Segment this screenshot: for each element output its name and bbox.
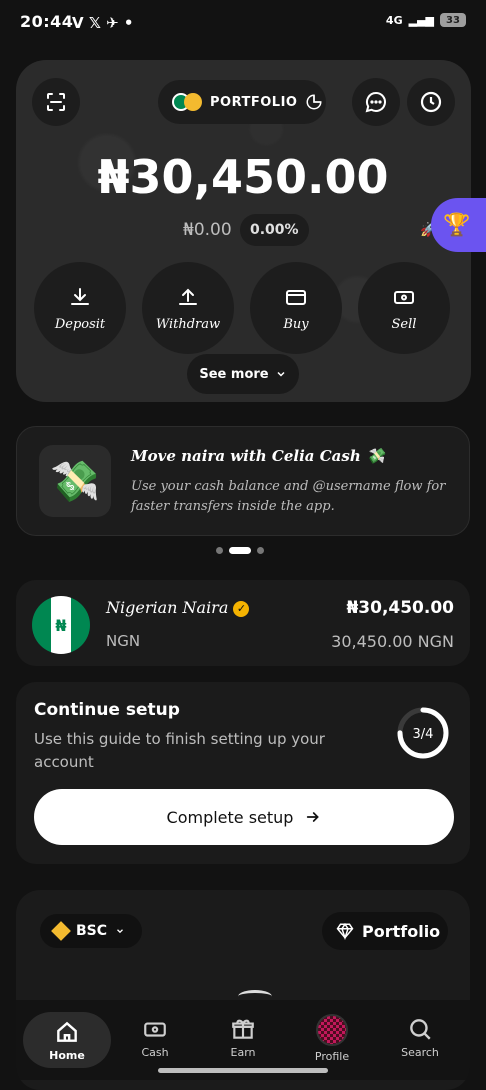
promo-description: Use your cash balance and @username flow…	[131, 479, 446, 514]
bnb-icon	[51, 921, 71, 941]
diamond-icon	[336, 922, 354, 940]
nav-home[interactable]: Home	[23, 1012, 111, 1068]
scan-icon	[47, 93, 65, 111]
signal-icon: ▂▄▆	[408, 13, 434, 27]
download-icon	[71, 287, 89, 305]
home-icon	[57, 1021, 77, 1042]
portfolio-label: PORTFOLIO	[210, 94, 298, 110]
nav-home-label: Home	[49, 1048, 85, 1062]
buy-button[interactable]: Buy	[250, 262, 342, 354]
nav-earn-label: Earn	[230, 1046, 256, 1059]
nav-earn[interactable]: Earn	[199, 1016, 287, 1059]
chevron-down-icon	[117, 929, 123, 934]
network-selector[interactable]: BSC	[40, 914, 142, 948]
promo-title: Move naira with Celia Cash 💸	[131, 447, 385, 465]
notification-icons: V 𝕏 ✈ •	[72, 14, 134, 32]
see-more-label: See more	[199, 366, 269, 382]
chat-icon	[365, 91, 386, 113]
scan-button[interactable]	[32, 78, 80, 126]
account-sub-amount: 30,450.00 NGN	[331, 632, 454, 651]
setup-title: Continue setup	[34, 700, 180, 720]
withdraw-button[interactable]: Withdraw	[142, 262, 234, 354]
gift-icon	[232, 1019, 254, 1039]
naira-account-row[interactable]: ₦ Nigerian Naira ✓ NGN ₦30,450.00 30,450…	[16, 580, 470, 666]
setup-progress-ring: 3/4	[397, 707, 449, 759]
promo-banner[interactable]: 💸 Move naira with Celia Cash 💸 Use your …	[16, 426, 470, 536]
complete-setup-label: Complete setup	[166, 807, 294, 827]
nav-profile[interactable]: Profile	[288, 1014, 376, 1063]
history-button[interactable]	[407, 78, 455, 126]
buy-label: Buy	[283, 316, 309, 332]
nav-profile-label: Profile	[314, 1050, 350, 1063]
chat-button[interactable]	[352, 78, 400, 126]
carousel-dot-active[interactable]	[229, 547, 251, 554]
complete-setup-button[interactable]: Complete setup	[34, 789, 454, 845]
carousel-dot[interactable]	[257, 547, 264, 554]
rewards-button[interactable]: 🏆	[431, 198, 486, 252]
balance-amount: ₦30,450.00	[97, 150, 389, 204]
currency-code: NGN	[106, 632, 141, 650]
setup-subtitle: Use this guide to finish setting up your…	[34, 730, 325, 771]
nav-cash-label: Cash	[141, 1046, 169, 1059]
deposit-label: Deposit	[54, 316, 106, 332]
cash-icon	[394, 290, 414, 304]
portfolio-button-label: Portfolio	[362, 921, 441, 941]
money-wings-icon: 💸	[39, 445, 111, 517]
balance-change: ₦0.00	[183, 220, 232, 240]
currency-name: Nigerian Naira	[106, 598, 229, 617]
deposit-button[interactable]: Deposit	[34, 262, 126, 354]
network-label: 4G	[385, 13, 403, 27]
currency-name-row: Nigerian Naira ✓	[106, 598, 250, 617]
portfolio-button[interactable]: Portfolio	[322, 912, 448, 950]
sell-label: Sell	[391, 316, 417, 332]
trophy-icon: 🏆	[443, 212, 471, 238]
clock-icon	[420, 91, 442, 113]
see-more-button[interactable]: See more	[187, 354, 299, 394]
upload-icon	[179, 288, 197, 305]
balance-change-percent: 0.00%	[240, 214, 309, 246]
sell-button[interactable]: Sell	[358, 262, 450, 354]
nigeria-flag-icon: ₦	[32, 596, 90, 654]
status-right: 4G ▂▄▆ 33	[386, 13, 466, 27]
setup-card: Continue setup Use this guide to finish …	[16, 682, 470, 864]
search-icon	[410, 1019, 431, 1040]
nav-search-label: Search	[401, 1046, 439, 1059]
chevron-down-icon	[277, 371, 285, 377]
portfolio-coins-icon	[172, 93, 202, 111]
account-amount: ₦30,450.00	[346, 598, 454, 618]
network-label: BSC	[76, 923, 108, 939]
portfolio-selector[interactable]: PORTFOLIO	[158, 80, 326, 124]
card-icon	[286, 289, 306, 305]
cash-icon	[144, 1022, 166, 1037]
withdraw-label: Withdraw	[155, 316, 221, 332]
arrow-right-icon	[307, 812, 320, 822]
verified-badge-icon: ✓	[233, 600, 250, 617]
carousel-indicator	[216, 547, 264, 554]
battery-icon: 33	[440, 13, 466, 27]
nav-cash[interactable]: Cash	[111, 1016, 199, 1059]
avatar-icon	[316, 1014, 348, 1046]
setup-progress-text: 3/4	[413, 727, 434, 742]
pie-chart-icon	[306, 94, 322, 110]
nav-search[interactable]: Search	[376, 1016, 464, 1059]
status-bar: 20:44 V 𝕏 ✈ • 4G ▂▄▆ 33	[0, 0, 486, 44]
carousel-dot[interactable]	[216, 547, 223, 554]
status-time: 20:44	[20, 12, 74, 31]
gesture-bar	[158, 1068, 328, 1073]
